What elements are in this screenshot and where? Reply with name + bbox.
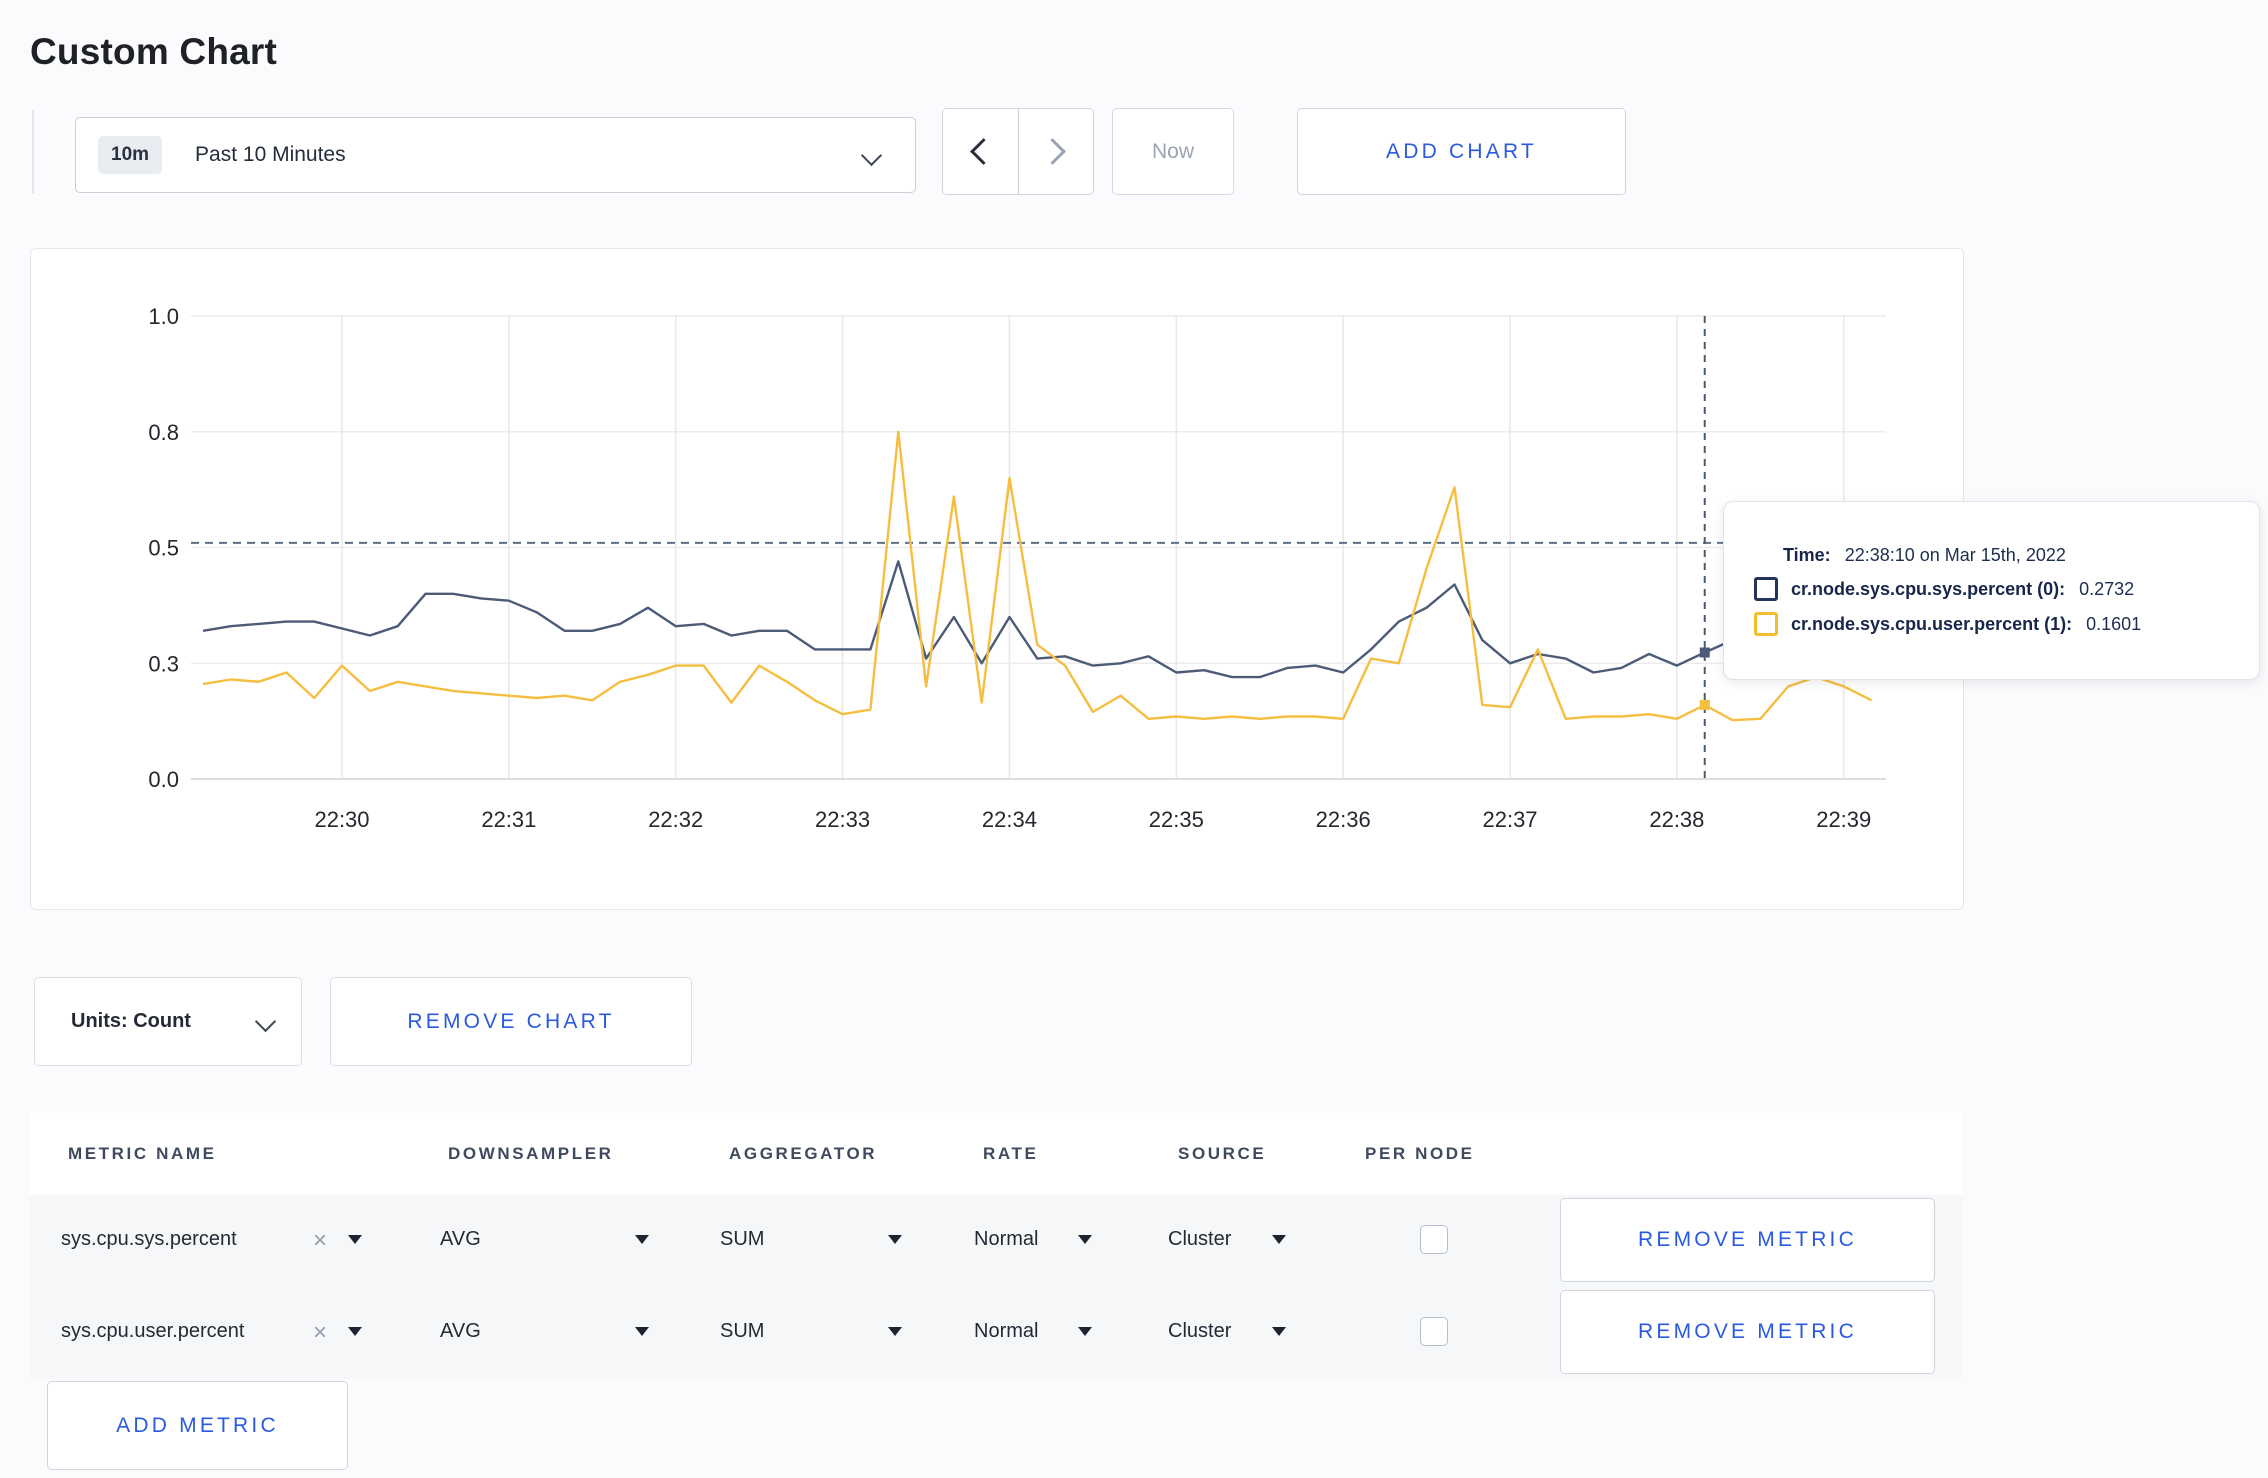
series-line-cr.node.sys.cpu.user.percent	[202, 430, 1873, 722]
x-axis-tick-label: 22:39	[1816, 807, 1871, 832]
col-header-per-node: PER NODE	[1365, 1144, 1475, 1163]
x-axis-tick-label: 22:37	[1482, 807, 1537, 832]
units-dropdown[interactable]: Units: Count	[34, 977, 302, 1066]
chevron-right-icon	[1039, 138, 1067, 165]
x-axis-tick-label: 22:38	[1649, 807, 1704, 832]
cpu-percent-line-chart[interactable]: 0.0 0.3 0.5 0.8 1.0 22:30 22:31 22:32 22:33 22:34…	[31, 249, 1961, 907]
tooltip-series-row: cr.node.sys.cpu.sys.percent (0): 0.2732	[1754, 577, 2259, 601]
chevron-left-icon	[969, 138, 997, 165]
caret-down-icon[interactable]	[1078, 1235, 1092, 1244]
add-chart-label: ADD CHART	[1386, 139, 1537, 163]
clear-metric-icon[interactable]: ×	[313, 1229, 327, 1253]
table-row: sys.cpu.user.percent × AVG SUM Normal Cl…	[30, 1287, 1962, 1379]
caret-down-icon[interactable]	[888, 1327, 902, 1336]
per-node-checkbox[interactable]	[1420, 1317, 1448, 1346]
col-header-rate: RATE	[983, 1144, 1039, 1163]
time-range-badge: 10m	[98, 136, 163, 174]
x-axis-tick-label: 22:34	[982, 807, 1037, 832]
downsampler-select[interactable]: AVG	[440, 1320, 481, 1343]
remove-chart-label: REMOVE CHART	[407, 1009, 615, 1033]
add-metric-button[interactable]: ADD METRIC	[47, 1381, 348, 1470]
prev-range-button[interactable]	[943, 109, 1018, 194]
sys-series-swatch-icon	[1754, 577, 1778, 601]
tooltip-series-value: 0.2732	[2079, 578, 2135, 599]
rate-select[interactable]: Normal	[974, 1228, 1038, 1251]
caret-down-icon[interactable]	[1272, 1235, 1286, 1244]
y-axis-tick-label: 0.5	[148, 536, 179, 561]
tooltip-series-label: cr.node.sys.cpu.user.percent (1):	[1791, 613, 2073, 634]
x-axis-tick-label: 22:30	[314, 807, 369, 832]
per-node-checkbox[interactable]	[1420, 1225, 1448, 1254]
tooltip-time-label: Time:	[1783, 545, 1831, 565]
col-header-downsampler: DOWNSAMPLER	[448, 1144, 614, 1163]
x-axis-tick-label: 22:31	[481, 807, 536, 832]
remove-chart-button[interactable]: REMOVE CHART	[330, 977, 692, 1066]
y-axis-tick-label: 0.0	[148, 767, 179, 792]
source-select[interactable]: Cluster	[1168, 1320, 1231, 1343]
chart-hover-tooltip: Time: 22:38:10 on Mar 15th, 2022 cr.node…	[1723, 501, 2260, 680]
y-axis-tick-label: 0.3	[148, 651, 179, 676]
caret-down-icon[interactable]	[348, 1327, 362, 1336]
remove-metric-button[interactable]: REMOVE METRIC	[1560, 1290, 1935, 1374]
metric-name-select[interactable]: sys.cpu.user.percent	[61, 1320, 244, 1343]
aggregator-select[interactable]: SUM	[720, 1228, 764, 1251]
caret-down-icon[interactable]	[635, 1327, 649, 1336]
y-axis-tick-label: 1.0	[148, 304, 179, 329]
page-title: Custom Chart	[30, 30, 278, 72]
tooltip-series-row: cr.node.sys.cpu.user.percent (1): 0.1601	[1754, 612, 2259, 636]
add-metric-label: ADD METRIC	[116, 1413, 279, 1437]
downsampler-select[interactable]: AVG	[440, 1228, 481, 1251]
caret-down-icon[interactable]	[1272, 1327, 1286, 1336]
time-range-label: Past 10 Minutes	[195, 143, 346, 166]
series-line-cr.node.sys.cpu.sys.percent	[202, 560, 1872, 679]
y-axis-tick-label: 0.8	[148, 420, 179, 445]
caret-down-icon[interactable]	[635, 1235, 649, 1244]
caret-down-icon[interactable]	[888, 1235, 902, 1244]
units-label: Units: Count	[71, 1010, 191, 1032]
metric-name-select[interactable]: sys.cpu.sys.percent	[61, 1228, 237, 1251]
rate-select[interactable]: Normal	[974, 1320, 1038, 1343]
table-row: sys.cpu.sys.percent × AVG SUM Normal Clu…	[30, 1195, 1962, 1287]
now-button-label: Now	[1151, 139, 1194, 163]
next-range-button[interactable]	[1019, 109, 1094, 194]
time-range-dropdown[interactable]: 10m Past 10 Minutes	[75, 117, 916, 193]
caret-down-icon[interactable]	[348, 1235, 362, 1244]
toolbar-divider	[32, 110, 34, 193]
aggregator-select[interactable]: SUM	[720, 1320, 764, 1343]
metrics-table-header: METRIC NAME DOWNSAMPLER AGGREGATOR RATE …	[30, 1113, 1962, 1195]
user-series-swatch-icon	[1754, 612, 1778, 636]
remove-metric-button[interactable]: REMOVE METRIC	[1560, 1198, 1935, 1282]
col-header-metric-name: METRIC NAME	[68, 1144, 217, 1163]
caret-down-icon[interactable]	[1078, 1327, 1092, 1336]
chevron-down-icon	[254, 1010, 277, 1033]
now-button[interactable]: Now	[1112, 108, 1234, 195]
x-axis-tick-label: 22:35	[1149, 807, 1204, 832]
time-range-nav	[942, 108, 1094, 195]
chevron-down-icon	[860, 144, 883, 167]
source-select[interactable]: Cluster	[1168, 1228, 1231, 1251]
tooltip-series-label: cr.node.sys.cpu.sys.percent (0):	[1791, 578, 2066, 599]
tooltip-time-row: Time: 22:38:10 on Mar 15th, 2022	[1783, 545, 2259, 566]
remove-metric-label: REMOVE METRIC	[1638, 1320, 1857, 1343]
remove-metric-label: REMOVE METRIC	[1638, 1228, 1857, 1251]
tooltip-series-value: 0.1601	[2086, 613, 2142, 634]
col-header-source: SOURCE	[1178, 1144, 1267, 1163]
x-axis-tick-label: 22:33	[815, 807, 870, 832]
tooltip-time-value: 22:38:10 on Mar 15th, 2022	[1844, 545, 2066, 565]
x-axis-tick-label: 22:32	[648, 807, 703, 832]
x-axis-tick-label: 22:36	[1316, 807, 1371, 832]
add-chart-button[interactable]: ADD CHART	[1297, 108, 1626, 195]
clear-metric-icon[interactable]: ×	[313, 1321, 327, 1345]
chart-card: 0.0 0.3 0.5 0.8 1.0 22:30 22:31 22:32 22:33 22:34…	[30, 248, 1964, 910]
col-header-aggregator: AGGREGATOR	[729, 1144, 878, 1163]
